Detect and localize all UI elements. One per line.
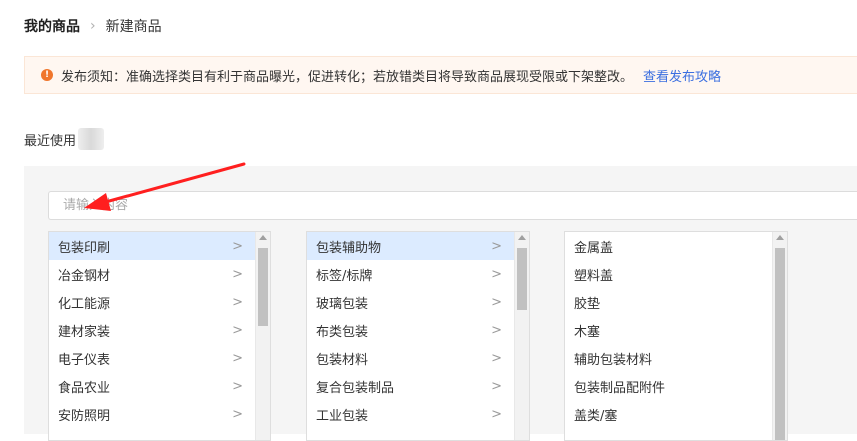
scroll-up-arrow-icon[interactable] [776, 235, 784, 240]
view-publish-guide-link[interactable]: 查看发布攻略 [643, 66, 721, 85]
warning-icon: ! [41, 69, 53, 81]
chevron-right-icon: > [232, 238, 243, 254]
category-item[interactable]: 盖类/塞 [565, 400, 772, 428]
breadcrumb: 我的商品 › 新建商品 [24, 14, 162, 38]
category-item[interactable]: 工业包装 > [307, 400, 514, 428]
category-list-level1: 包装印刷 > 冶金钢材 > 化工能源 > 建材家装 > 电子仪表 > 食品农业 > 安防照明… [49, 232, 255, 428]
chevron-right-icon: > [491, 294, 502, 310]
category-item[interactable]: 电子仪表 > [49, 344, 255, 372]
recent-used-chip[interactable] [78, 128, 105, 150]
chevron-right-icon: > [232, 350, 243, 366]
breadcrumb-new-product: 新建商品 [105, 19, 162, 35]
category-item[interactable]: 玻璃包装 > [307, 288, 514, 316]
category-item[interactable]: 包装辅助物 > [307, 232, 514, 260]
chevron-right-icon: > [491, 406, 502, 422]
breadcrumb-my-products[interactable]: 我的商品 [24, 16, 80, 36]
category-item[interactable]: 冶金钢材 > [49, 260, 255, 288]
scrollbar-thumb[interactable] [775, 248, 785, 440]
category-item[interactable]: 标签/标牌 > [307, 260, 514, 288]
chevron-right-icon: > [491, 238, 502, 254]
category-item[interactable]: 布类包装 > [307, 316, 514, 344]
chevron-right-icon: > [491, 350, 502, 366]
category-item[interactable]: 金属盖 [565, 232, 772, 260]
scrollbar-thumb[interactable] [517, 248, 527, 310]
notice-text: 发布须知：准确选择类目有利于商品曝光，促进转化；若放错类目将导致商品展现受限或下… [61, 69, 634, 85]
category-item[interactable]: 木塞 [565, 316, 772, 344]
chevron-right-icon: > [491, 378, 502, 394]
category-item[interactable]: 化工能源 > [49, 288, 255, 316]
category-item[interactable]: 复合包装制品 > [307, 372, 514, 400]
scrollbar-level2[interactable] [514, 232, 529, 440]
category-column-level1: 包装印刷 > 冶金钢材 > 化工能源 > 建材家装 > 电子仪表 > 食品农业 > 安防照明… [48, 231, 271, 441]
scrollbar-thumb[interactable] [258, 248, 268, 326]
category-list-level3: 金属盖 塑料盖 胶垫 木塞 辅助包装材料 包装制品配附件 盖类/塞 [565, 232, 772, 428]
category-search-input[interactable] [48, 191, 857, 220]
category-column-level2: 包装辅助物 > 标签/标牌 > 玻璃包装 > 布类包装 > 包装材料 > 复合包装制品 > … [306, 231, 530, 441]
breadcrumb-separator-icon: › [90, 18, 96, 34]
category-column-level3: 金属盖 塑料盖 胶垫 木塞 辅助包装材料 包装制品配附件 盖类/塞 [564, 231, 788, 441]
scrollbar-level3[interactable] [772, 232, 787, 440]
category-item[interactable]: 包装印刷 > [49, 232, 255, 260]
category-item[interactable]: 建材家装 > [49, 316, 255, 344]
category-item[interactable]: 胶垫 [565, 288, 772, 316]
scroll-up-arrow-icon[interactable] [259, 235, 267, 240]
chevron-right-icon: > [232, 294, 243, 310]
publish-notice-banner: ! 发布须知：准确选择类目有利于商品曝光，促进转化；若放错类目将导致商品展现受限… [24, 56, 857, 94]
recent-used-label: 最近使用 [24, 133, 77, 149]
chevron-right-icon: > [232, 322, 243, 338]
chevron-right-icon: > [232, 406, 243, 422]
category-item[interactable]: 塑料盖 [565, 260, 772, 288]
chevron-right-icon: > [491, 266, 502, 282]
category-item[interactable]: 包装制品配附件 [565, 372, 772, 400]
scrollbar-level1[interactable] [255, 232, 270, 440]
chevron-right-icon: > [232, 266, 243, 282]
recent-used: 最近使用 [24, 128, 105, 150]
category-item[interactable]: 辅助包装材料 [565, 344, 772, 372]
category-item[interactable]: 包装材料 > [307, 344, 514, 372]
category-item[interactable]: 安防照明 > [49, 400, 255, 428]
category-list-level2: 包装辅助物 > 标签/标牌 > 玻璃包装 > 布类包装 > 包装材料 > 复合包装制品 > … [307, 232, 514, 428]
chevron-right-icon: > [491, 322, 502, 338]
chevron-right-icon: > [232, 378, 243, 394]
scroll-up-arrow-icon[interactable] [518, 235, 526, 240]
category-item[interactable]: 食品农业 > [49, 372, 255, 400]
